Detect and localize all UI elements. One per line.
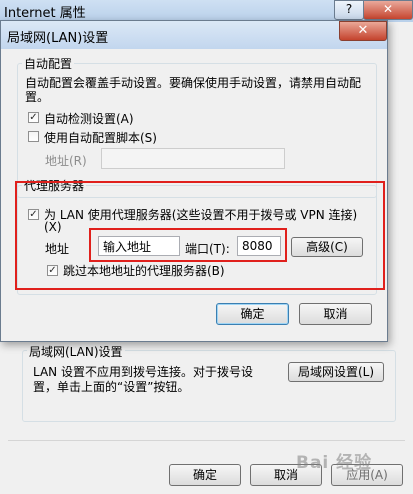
use-proxy-label-line1: 为 LAN 使用代理服务器(这些设置不用于拨号或 VPN 连接) (44, 208, 358, 222)
outer-ok-button[interactable]: 确定 (169, 464, 241, 486)
auto-config-desc-line2: 置。 (25, 90, 50, 104)
script-address-label: 地址(R) (45, 154, 87, 168)
script-address-input[interactable] (101, 148, 285, 169)
help-button[interactable]: ? (334, 0, 364, 20)
lan-settings-dialog: 局域网(LAN)设置 ✕ 自动配置 自动配置会覆盖手动设置。要确保使用手动设置，… (0, 20, 388, 342)
proxy-address-input[interactable] (98, 236, 180, 256)
lan-description: LAN 设置不应用到拨号连接。对于拨号设 置，单击上面的“设置”按钮。 (33, 365, 263, 395)
auto-script-label: 使用自动配置脚本(S) (44, 131, 157, 145)
bypass-local-checkbox[interactable]: ✓ (47, 265, 58, 276)
lan-settings-group: 局域网(LAN)设置 LAN 设置不应用到拨号连接。对于拨号设 置，单击上面的“… (22, 343, 396, 422)
proxy-port-input[interactable] (237, 236, 281, 256)
outer-title-bar: Internet 属性 ? ✕ (0, 0, 413, 22)
lan-group-title: 局域网(LAN)设置 (27, 343, 125, 360)
use-proxy-checkbox[interactable]: ✓ (28, 209, 39, 220)
dialog-cancel-button[interactable]: 取消 (299, 303, 372, 325)
lan-desc-line1: LAN 设置不应用到拨号连接。对于拨号设 (33, 365, 253, 379)
lan-settings-button[interactable]: 局域网设置(L) (288, 362, 384, 382)
auto-config-title: 自动配置 (22, 55, 75, 72)
dialog-ok-button[interactable]: 确定 (216, 303, 289, 325)
dialog-title: 局域网(LAN)设置 (7, 31, 109, 46)
auto-detect-checkbox[interactable]: ✓ (28, 112, 39, 123)
auto-detect-label: 自动检测设置(A) (44, 112, 134, 126)
proxy-address-label: 地址 (45, 242, 70, 256)
bypass-local-label: 跳过本地地址的代理服务器(B) (63, 264, 225, 278)
outer-close-button[interactable]: ✕ (363, 0, 413, 20)
outer-window-title: Internet 属性 (4, 6, 86, 21)
auto-script-checkbox[interactable] (28, 131, 39, 142)
lan-desc-line2: 置，单击上面的“设置”按钮。 (33, 380, 190, 394)
auto-config-desc-line1: 自动配置会覆盖手动设置。要确保使用手动设置，请禁用自动配 (25, 76, 362, 90)
watermark: Bai 经验 (296, 453, 373, 473)
dialog-title-bar: 局域网(LAN)设置 ✕ (1, 21, 387, 49)
footer-divider (8, 440, 405, 441)
dialog-close-button[interactable]: ✕ (339, 21, 387, 41)
proxy-port-label: 端口(T): (185, 242, 230, 256)
proxy-server-title: 代理服务器 (22, 177, 87, 194)
use-proxy-label-line2: (X) (44, 220, 62, 234)
advanced-button[interactable]: 高级(C) (291, 237, 363, 257)
